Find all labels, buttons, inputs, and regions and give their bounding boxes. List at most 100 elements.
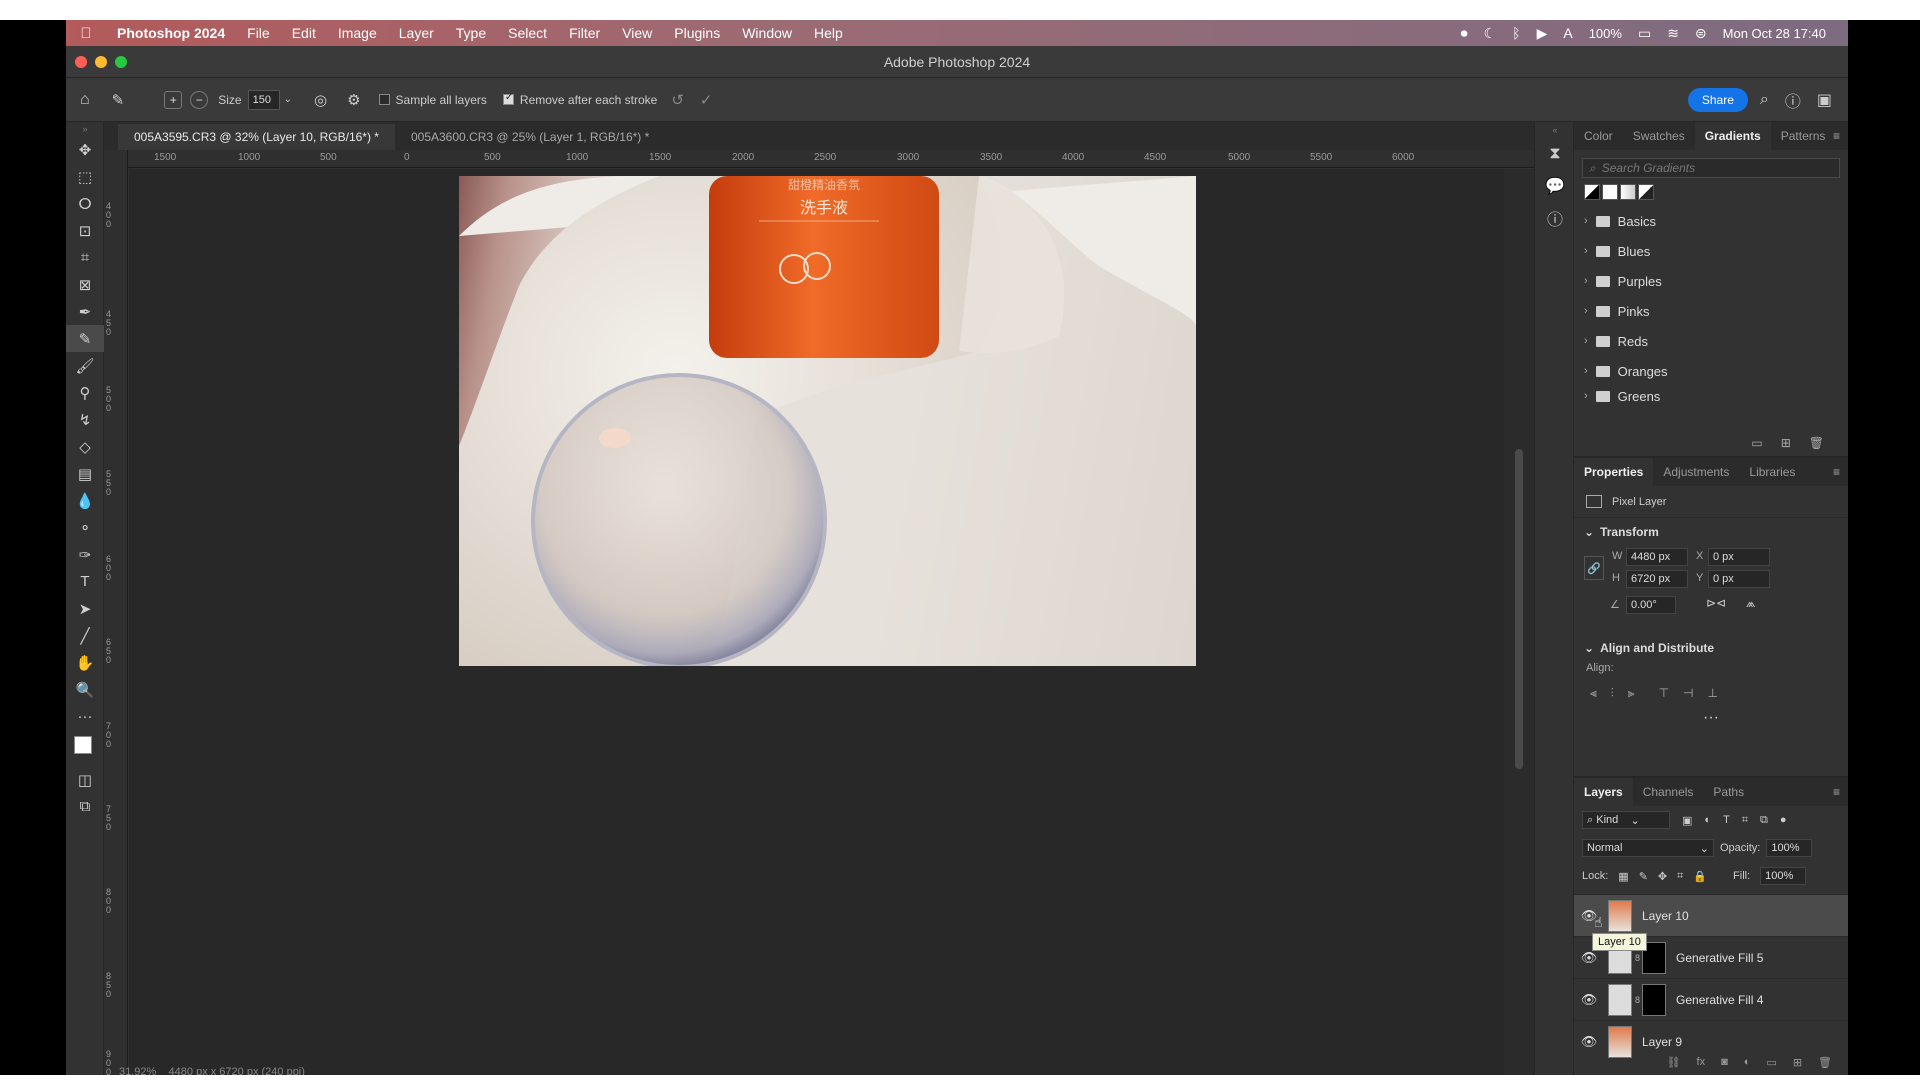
history-panel-icon[interactable]: ⧗ (1535, 138, 1575, 170)
layer-row[interactable]: 👁 Layer 10 (1574, 894, 1848, 936)
type-tool-icon[interactable]: T (66, 568, 104, 595)
menu-filter[interactable]: Filter (558, 25, 611, 41)
dodge-tool-icon[interactable]: ⚬ (66, 514, 104, 541)
eraser-tool-icon[interactable]: ◇ (66, 433, 104, 460)
preset-swatch[interactable] (1620, 184, 1636, 200)
brush-tool-icon[interactable]: 🖌 (66, 352, 104, 379)
marquee-tool-icon[interactable]: ⬚ (66, 163, 104, 190)
bluetooth-icon[interactable]: ᛒ (1512, 25, 1520, 41)
preset-swatch[interactable] (1602, 184, 1618, 200)
pen-tool-icon[interactable]: ✑ (66, 541, 104, 568)
eye-icon[interactable]: 👁 (1574, 992, 1604, 1008)
lock-transparent-icon[interactable]: ▦ (1618, 870, 1628, 883)
trash-icon[interactable]: 🗑 (1818, 1056, 1832, 1069)
document-image[interactable]: 甜橙精油香氛 洗手液 (459, 176, 1196, 666)
hand-tool-icon[interactable]: ✋ (66, 649, 104, 676)
link-icon[interactable]: 🔗 (1584, 556, 1604, 580)
menu-help[interactable]: Help (803, 25, 854, 41)
tab-color[interactable]: Color (1574, 122, 1623, 150)
width-field[interactable]: 4480 px (1626, 548, 1688, 566)
gradient-folder[interactable]: › Purples (1574, 266, 1848, 296)
menu-image[interactable]: Image (327, 25, 388, 41)
link-icon[interactable]: 8 (1635, 953, 1640, 963)
close-button[interactable] (75, 56, 87, 68)
new-layer-icon[interactable]: ⊞ (1793, 1056, 1802, 1069)
panel-menu-icon[interactable]: ≡ (1833, 465, 1840, 479)
zoom-level[interactable]: 31.92% (119, 1066, 156, 1075)
collapse-icon[interactable]: » (66, 122, 104, 136)
remove-tool-icon-active[interactable]: ✎ (66, 325, 104, 352)
canvas-area[interactable]: 甜橙精油香氛 洗手液 31.92% 4480 px x 6720 px (240… (119, 169, 1504, 1075)
eyedropper-tool-icon[interactable]: ✒ (66, 298, 104, 325)
eye-icon[interactable]: 👁 (1574, 950, 1604, 966)
new-gradient-icon[interactable]: ⊞ (1781, 436, 1791, 450)
help-icon[interactable]: ⓘ (1785, 88, 1801, 112)
gradient-folder[interactable]: › Basics (1574, 206, 1848, 236)
minimize-button[interactable] (95, 56, 107, 68)
commit-icon[interactable]: ✓ (700, 91, 713, 109)
preset-swatch[interactable] (1584, 184, 1600, 200)
line-tool-icon[interactable]: ╱ (66, 622, 104, 649)
tab-properties[interactable]: Properties (1574, 458, 1654, 486)
remove-tool-icon[interactable]: ✎ (112, 91, 125, 109)
angle-field[interactable]: 0.00° (1626, 596, 1676, 614)
height-field[interactable]: 6720 px (1626, 570, 1688, 588)
zoom-button[interactable] (115, 56, 127, 68)
align-middle-v-icon[interactable]: ⊣ (1683, 686, 1693, 701)
panel-menu-icon[interactable]: ≡ (1833, 129, 1840, 143)
wifi-icon[interactable]: ≋ (1667, 25, 1679, 42)
lock-artboard-icon[interactable]: ⌗ (1677, 870, 1683, 883)
menu-layer[interactable]: Layer (388, 25, 445, 41)
lock-position-icon[interactable]: ✥ (1658, 870, 1667, 883)
object-select-tool-icon[interactable]: ⊡ (66, 217, 104, 244)
transform-section[interactable]: ⌄ Transform (1574, 518, 1848, 546)
control-center-icon[interactable]: ⊜ (1695, 25, 1707, 42)
adjustment-layer-icon[interactable]: ◐ (1744, 1056, 1751, 1069)
menu-edit[interactable]: Edit (281, 25, 327, 41)
kind-filter-select[interactable]: ⌕ Kind ⌄ (1582, 811, 1670, 829)
fill-field[interactable]: 100% (1760, 867, 1807, 885)
tab-doc-1[interactable]: 005A3595.CR3 @ 32% (Layer 10, RGB/16*) * (118, 124, 395, 150)
history-brush-icon[interactable]: ↯ (66, 406, 104, 433)
gradient-tool-icon[interactable]: ▤ (66, 460, 104, 487)
clock[interactable]: Mon Oct 28 17:40 (1723, 26, 1826, 41)
eye-icon[interactable]: 👁 (1574, 1034, 1604, 1050)
crop-tool-icon[interactable]: ⌗ (66, 244, 104, 271)
new-folder-icon[interactable]: ▭ (1751, 436, 1762, 450)
add-mode-icon[interactable]: + (164, 90, 183, 109)
trash-icon[interactable]: 🗑 (1809, 436, 1824, 450)
gradient-folder[interactable]: › Blues (1574, 236, 1848, 266)
menu-app[interactable]: Photoshop 2024 (106, 25, 236, 41)
vertical-scrollbar[interactable] (1504, 169, 1534, 1075)
frame-tool-icon[interactable]: ⊠ (66, 271, 104, 298)
link-layers-icon[interactable]: ⛓ (1667, 1056, 1681, 1069)
record-icon[interactable]: ⏺ (1461, 25, 1468, 42)
y-field[interactable]: 0 px (1708, 570, 1770, 588)
stamp-tool-icon[interactable]: ⚲ (66, 379, 104, 406)
path-select-tool-icon[interactable]: ➤ (66, 595, 104, 622)
align-top-icon[interactable]: ⊤ (1659, 686, 1669, 701)
tab-gradients[interactable]: Gradients (1694, 122, 1771, 150)
filter-smart-icon[interactable]: ⧉ (1760, 814, 1768, 827)
comments-panel-icon[interactable]: 💬 (1535, 170, 1575, 202)
gradient-folder[interactable]: › Oranges (1574, 356, 1848, 386)
align-bottom-icon[interactable]: ⊥ (1707, 686, 1717, 701)
add-mask-icon[interactable]: ◙ (1721, 1056, 1728, 1069)
tab-adjustments[interactable]: Adjustments (1653, 458, 1739, 486)
zoom-tool-icon[interactable]: 🔍 (66, 676, 104, 703)
gradient-folder[interactable]: › Greens (1574, 386, 1848, 406)
tab-swatches[interactable]: Swatches (1623, 122, 1695, 150)
tab-channels[interactable]: Channels (1633, 778, 1704, 806)
gradient-folder[interactable]: › Pinks (1574, 296, 1848, 326)
link-icon[interactable]: 8 (1635, 995, 1640, 1005)
search-icon[interactable]: ⌕ (1760, 91, 1769, 109)
opacity-field[interactable]: 100% (1766, 839, 1813, 857)
info-panel-icon[interactable]: ⓘ (1535, 202, 1575, 234)
menu-select[interactable]: Select (497, 25, 558, 41)
color-swatches[interactable] (66, 730, 104, 766)
apple-icon[interactable]:  (66, 25, 106, 42)
collapse-icon[interactable]: « (1535, 122, 1575, 138)
tab-paths[interactable]: Paths (1703, 778, 1754, 806)
group-icon[interactable]: ▭ (1766, 1056, 1776, 1069)
menu-plugins[interactable]: Plugins (663, 25, 731, 41)
